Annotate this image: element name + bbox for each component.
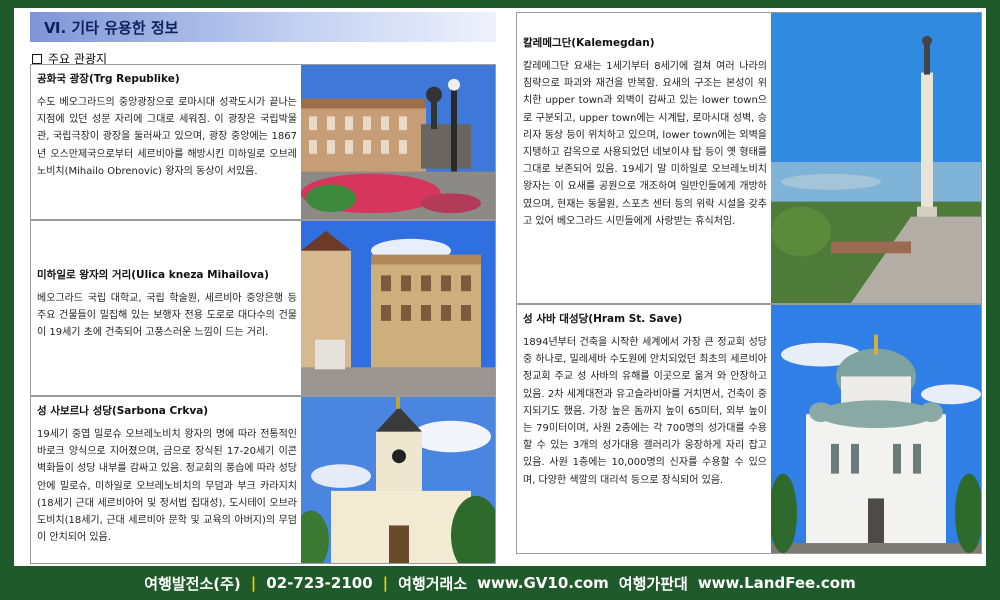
- footer-url-landfee[interactable]: www.LandFee.com: [698, 574, 856, 592]
- footer-label-stand: 여행가판대: [618, 574, 688, 593]
- attraction-card-st-sava: 성 사바 대성당(Hram St. Save) 1894년부터 건축을 시작한 …: [516, 304, 982, 554]
- card-title: 칼레메그단(Kalemegdan): [523, 37, 655, 49]
- section-title: Ⅵ. 기타 유용한 정보: [44, 19, 179, 37]
- card-title: 미하일로 왕자의 거리(Ulica kneza Mihailova): [37, 269, 269, 281]
- company-name: 여행발전소(주): [144, 574, 241, 593]
- card-title: 성 사보르나 성당(Sarbona Crkva): [37, 405, 209, 417]
- separator: |: [250, 574, 257, 592]
- footer-url-gv10[interactable]: www.GV10.com: [477, 574, 609, 592]
- checkbox-square-icon: [32, 53, 42, 64]
- footer-bar: 여행발전소(주) | 02-723-2100 | 여행거래소 www.GV10.…: [0, 566, 1000, 600]
- card-body: 칼레메그단 요새는 1세기부터 8세기에 걸쳐 여러 나라의 침략으로 파괴와 …: [523, 61, 767, 227]
- attraction-card-knez-mihailova: 미하일로 왕자의 거리(Ulica kneza Mihailova) 베오그라드…: [30, 220, 496, 396]
- republic-square-photo: [301, 65, 495, 219]
- attraction-card-kalemegdan: 칼레메그단(Kalemegdan) 칼레메그단 요새는 1세기부터 8세기에 걸…: [516, 12, 982, 304]
- brochure-page: Ⅵ. 기타 유용한 정보 주요 관광지 공화국 광장(Trg Republike…: [14, 8, 986, 566]
- card-title: 공화국 광장(Trg Republike): [37, 73, 180, 85]
- phone-number: 02-723-2100: [266, 574, 373, 592]
- card-body: 1894년부터 건축을 시작한 세계에서 가장 큰 정교회 성당 중 하나로, …: [523, 337, 767, 486]
- st-sava-photo: [771, 305, 981, 553]
- section-header: Ⅵ. 기타 유용한 정보: [30, 12, 496, 42]
- card-body: 베오그라드 국립 대학교, 국립 학술원, 세르비아 중앙은행 등 주요 건물들…: [37, 293, 297, 339]
- saborna-church-photo: [301, 397, 495, 563]
- card-title: 성 사바 대성당(Hram St. Save): [523, 313, 683, 325]
- attraction-card-saborna-church: 성 사보르나 성당(Sarbona Crkva) 19세기 중엽 밀로슈 오브레…: [30, 396, 496, 564]
- kalemegdan-photo: [771, 13, 981, 303]
- card-body: 수도 베오그라드의 중앙광장으로 로마시대 성곽도시가 끝나는 지점에 있던 성…: [37, 97, 297, 177]
- card-body: 19세기 중엽 밀로슈 오브레노비치 왕자의 명에 따라 전통적인 바로크 양식…: [37, 429, 297, 544]
- knez-mihailova-photo: [301, 221, 495, 395]
- attraction-card-republic-square: 공화국 광장(Trg Republike) 수도 베오그라드의 중앙광장으로 로…: [30, 64, 496, 220]
- separator: |: [382, 574, 389, 592]
- footer-label-exchange: 여행거래소: [398, 574, 468, 593]
